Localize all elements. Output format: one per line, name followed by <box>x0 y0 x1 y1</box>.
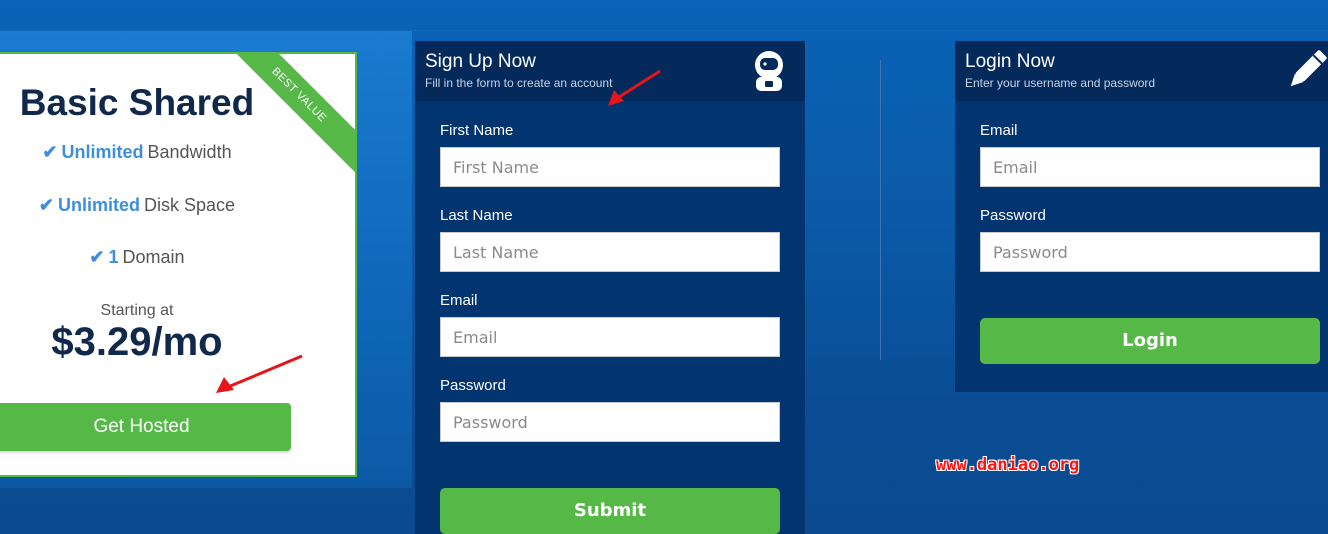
first-name-label: First Name <box>440 122 514 139</box>
login-button[interactable]: Login <box>980 318 1320 364</box>
panel-divider <box>880 60 881 360</box>
feature-highlight: Unlimited <box>58 195 141 215</box>
feature-disk-space: ✔ Unlimited Disk Space <box>0 195 282 216</box>
feature-highlight: 1 <box>108 247 119 267</box>
signup-email-input[interactable] <box>440 317 780 357</box>
login-panel: Login Now Enter your username and passwo… <box>955 41 1328 392</box>
starting-at-label: Starting at <box>100 302 174 319</box>
login-title: Login Now <box>965 51 1055 72</box>
login-password-input[interactable] <box>980 232 1320 272</box>
signup-subtitle: Fill in the form to create an account <box>425 76 613 90</box>
login-subtitle: Enter your username and password <box>965 76 1156 90</box>
checkmark-icon: ✔ <box>38 195 55 215</box>
top-band <box>0 30 1328 31</box>
pencil-icon <box>1286 49 1328 96</box>
feature-highlight: Unlimited <box>61 142 144 162</box>
annotation-arrow-icon <box>608 69 661 106</box>
annotation-arrow-icon <box>216 354 303 393</box>
feature-domain: ✔ 1 Domain <box>0 247 282 268</box>
plan-title: Basic Shared <box>19 82 255 123</box>
login-password-label: Password <box>980 207 1046 224</box>
signup-password-label: Password <box>440 377 506 394</box>
astronaut-icon <box>751 49 787 98</box>
pricing-card: BEST VALUE Basic Shared ✔ Unlimited Bandwi… <box>0 52 357 477</box>
login-email-label: Email <box>980 122 1018 139</box>
feature-bandwidth: ✔ Unlimited Bandwidth <box>0 142 282 163</box>
feature-text: Disk Space <box>144 195 236 215</box>
feature-text: Domain <box>122 247 185 267</box>
checkmark-icon: ✔ <box>89 247 105 267</box>
first-name-input[interactable] <box>440 147 780 187</box>
signup-password-input[interactable] <box>440 402 780 442</box>
checkmark-icon: ✔ <box>42 142 58 162</box>
signup-email-label: Email <box>440 292 478 309</box>
last-name-input[interactable] <box>440 232 780 272</box>
login-email-input[interactable] <box>980 147 1320 187</box>
submit-button[interactable]: Submit <box>440 488 780 534</box>
watermark-text: www.daniao.org <box>936 455 1080 475</box>
signup-title: Sign Up Now <box>425 51 536 72</box>
feature-text: Bandwidth <box>147 142 232 162</box>
get-hosted-button[interactable]: Get Hosted <box>0 403 291 451</box>
signup-panel: Sign Up Now Fill in the form to create a… <box>415 41 805 534</box>
login-header: Login Now Enter your username and passwo… <box>955 41 1328 101</box>
last-name-label: Last Name <box>440 207 513 224</box>
